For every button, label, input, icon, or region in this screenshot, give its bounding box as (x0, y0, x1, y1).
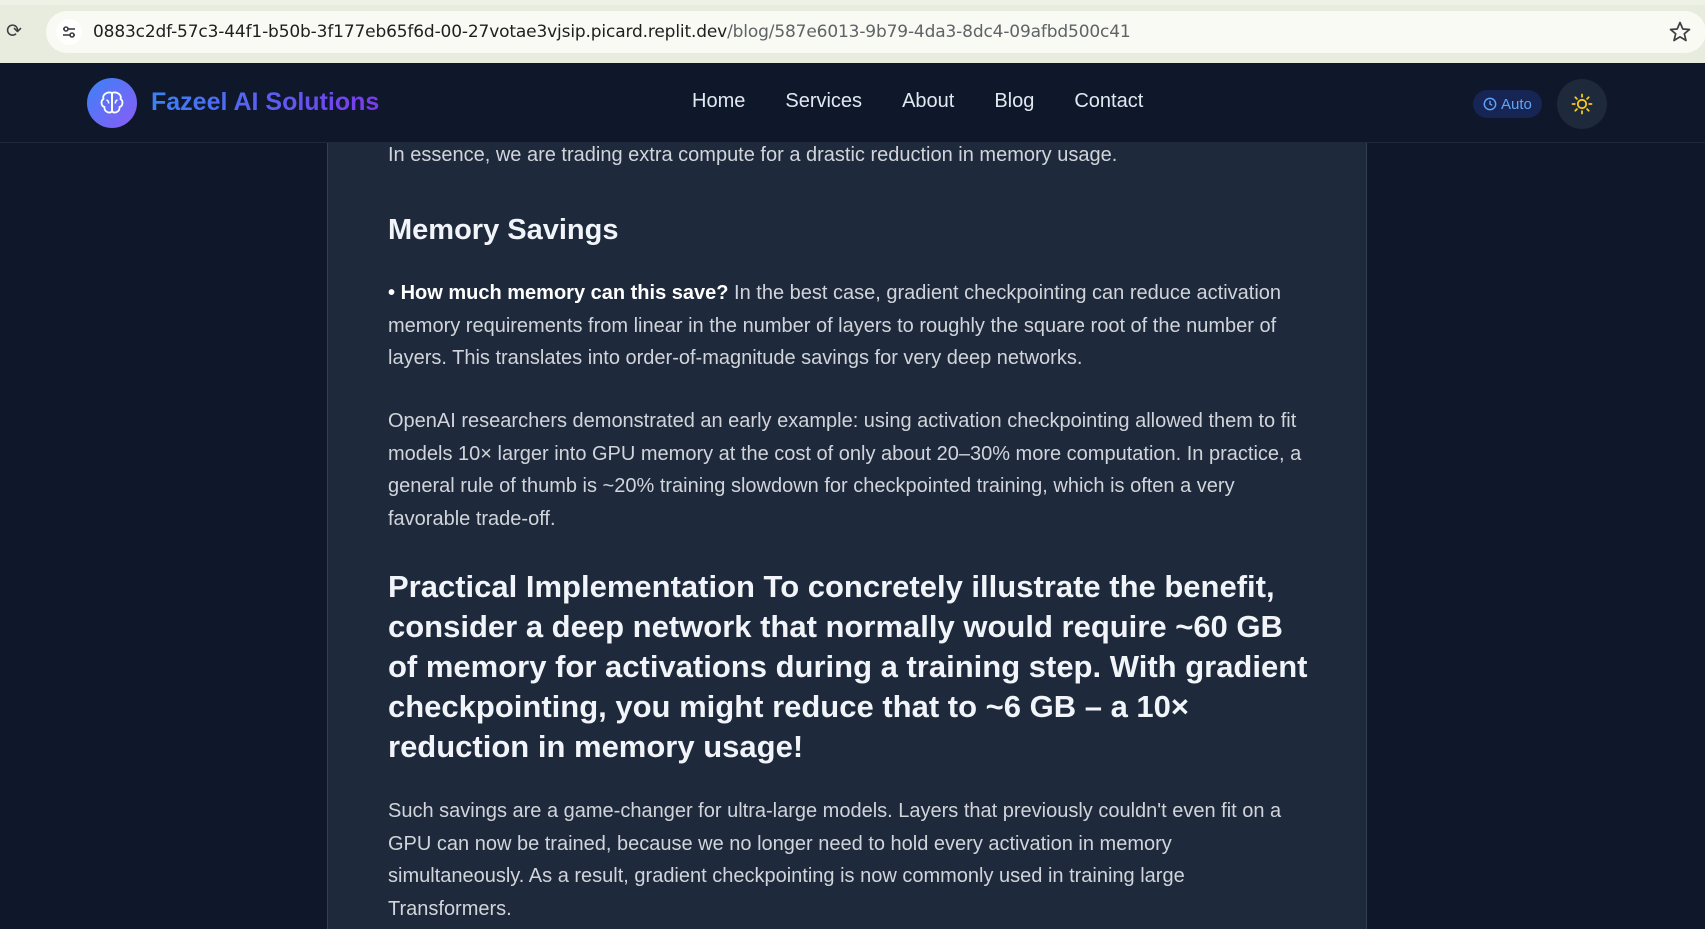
star-icon[interactable] (1668, 20, 1692, 44)
practical-implementation-heading: Practical Implementation To concretely i… (388, 569, 1308, 764)
tab-strip-edge (0, 0, 1705, 5)
url-path: /blog/587e6013-9b79-4da3-8dc4-09afbd500c… (727, 22, 1131, 42)
browser-toolbar: ⟳ 0883c2df-57c3-44f1-b50b-3f177eb65f6d-0… (0, 0, 1705, 63)
clock-icon (1483, 97, 1497, 111)
url-text[interactable]: 0883c2df-57c3-44f1-b50b-3f177eb65f6d-00-… (93, 22, 1131, 42)
nav-link-contact[interactable]: Contact (1074, 90, 1143, 113)
bullet-question: How much memory can this save? (400, 282, 729, 304)
reload-icon[interactable]: ⟳ (4, 22, 24, 42)
nav-link-services[interactable]: Services (785, 90, 862, 113)
main-nav: Home Services About Blog Contact (692, 90, 1143, 113)
nav-link-blog[interactable]: Blog (994, 90, 1034, 113)
intro-paragraph-end: In essence, we are trading extra compute… (388, 144, 1118, 166)
site-header: Fazeel AI Solutions Home Services About … (0, 63, 1705, 143)
address-bar[interactable]: 0883c2df-57c3-44f1-b50b-3f177eb65f6d-00-… (46, 11, 1705, 53)
nav-link-about[interactable]: About (902, 90, 954, 113)
brand-name[interactable]: Fazeel AI Solutions (151, 88, 379, 117)
nav-link-home[interactable]: Home (692, 90, 745, 113)
theme-toggle-button[interactable] (1557, 79, 1607, 129)
article-card: In essence, we are trading extra compute… (327, 143, 1367, 929)
auto-label: Auto (1501, 95, 1532, 113)
sun-icon (1571, 93, 1593, 115)
bullet-symbol: • (388, 282, 396, 304)
url-host: 0883c2df-57c3-44f1-b50b-3f177eb65f6d-00-… (93, 22, 728, 42)
bullet-memory-savings: • How much memory can this save? In the … (388, 277, 1308, 375)
theme-auto-toggle[interactable]: Auto (1473, 90, 1542, 118)
brain-icon[interactable] (87, 78, 137, 128)
savings-paragraph: Such savings are a game-changer for ultr… (388, 800, 1282, 920)
section-heading-memory-savings: Memory Savings (388, 214, 619, 246)
openai-paragraph: OpenAI researchers demonstrated an early… (388, 410, 1302, 530)
tune-icon[interactable] (56, 19, 82, 45)
